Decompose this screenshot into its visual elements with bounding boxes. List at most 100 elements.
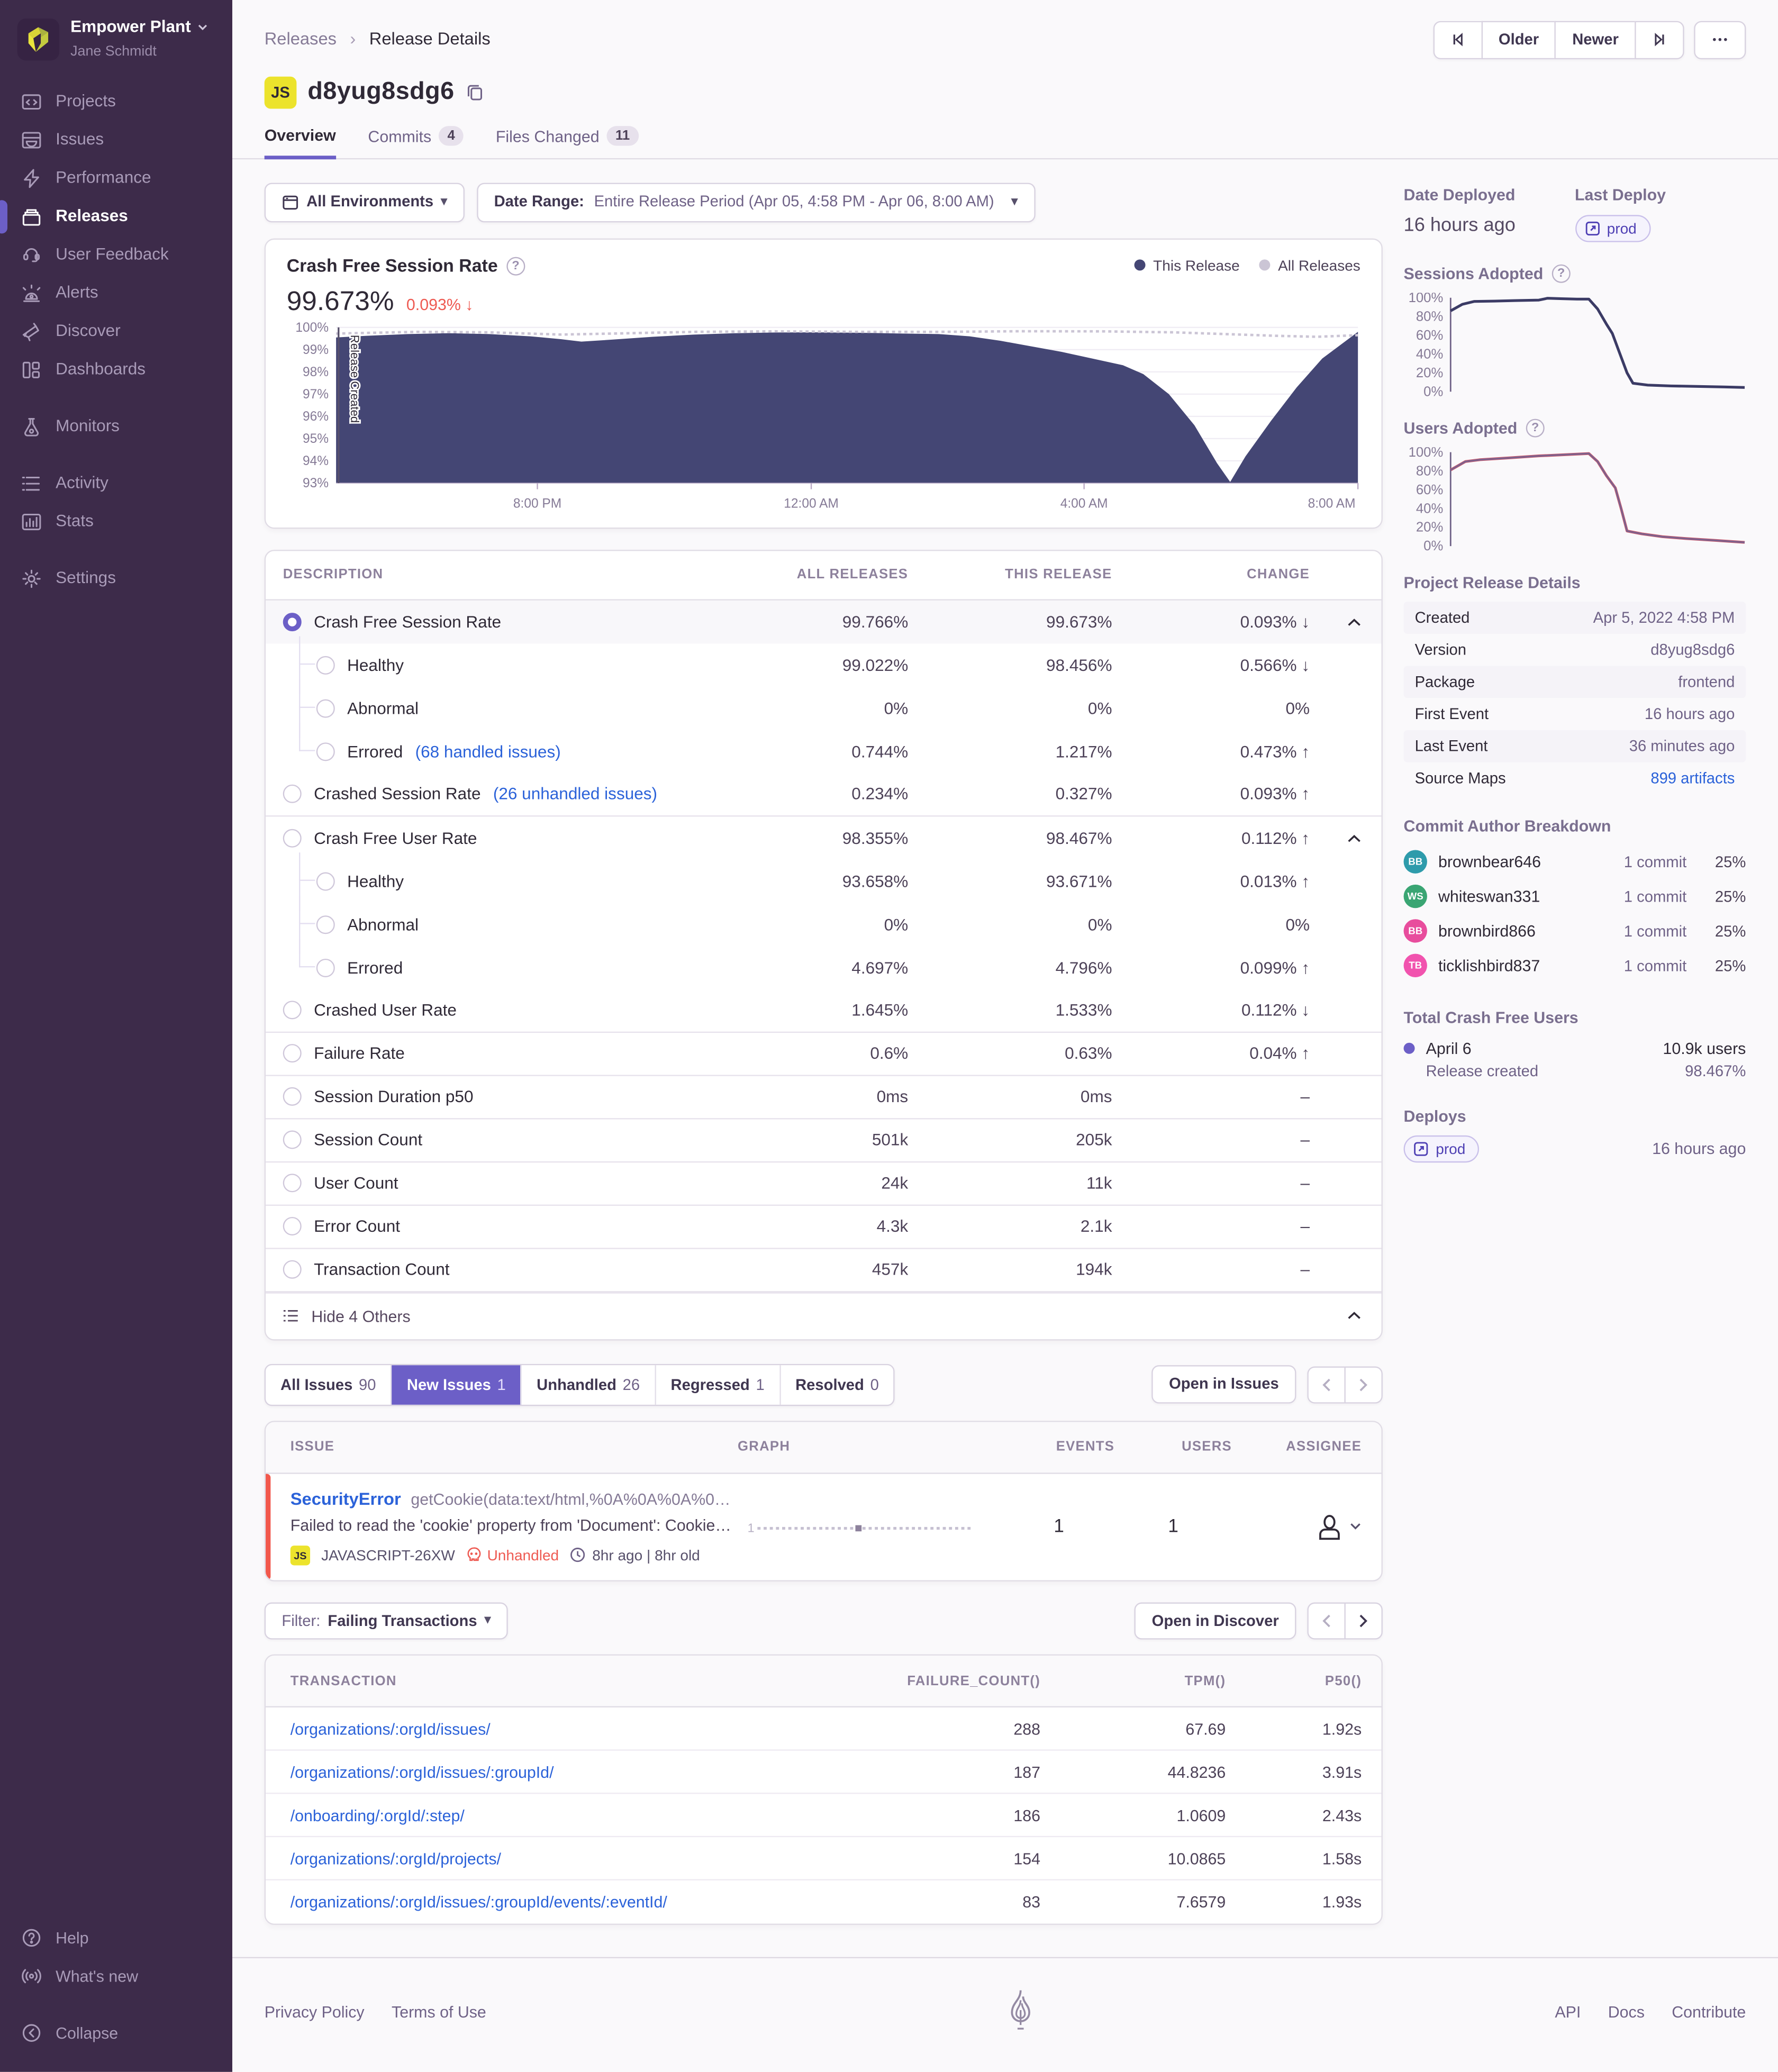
metric-radio[interactable] — [316, 871, 335, 890]
metric-row-errored[interactable]: Errored 4.697% 4.796% 0.099% ↑ — [266, 938, 1382, 989]
chevron-up-icon[interactable] — [1347, 617, 1362, 627]
tab-files-changed[interactable]: Files Changed 11 — [496, 125, 639, 158]
metric-row-session-count[interactable]: Session Count 501k 205k – — [266, 1119, 1382, 1162]
newest-release-button[interactable] — [1635, 21, 1684, 59]
issue-row[interactable]: SecurityError getCookie(data:text/html,%… — [266, 1473, 1382, 1580]
crash-free-session-chart[interactable]: 100% 99% 98% 97% 96% 95% 94% 93% 8:00 PM 12:00 AM… — [287, 322, 1360, 517]
metric-radio[interactable] — [316, 698, 335, 717]
issues-tab-all-issues[interactable]: All Issues 90 — [266, 1365, 392, 1404]
metric-radio[interactable] — [283, 1044, 302, 1063]
metric-radio[interactable] — [283, 1260, 302, 1279]
breadcrumb-releases[interactable]: Releases — [265, 29, 337, 48]
metric-radio[interactable] — [283, 784, 302, 803]
metric-radio[interactable] — [283, 612, 302, 631]
metric-row-crash-free-session-rate[interactable]: Crash Free Session Rate 99.766% 99.673% 0.0… — [266, 599, 1382, 643]
sidebar-item-user-feedback[interactable]: User Feedback — [0, 236, 232, 274]
metric-row-healthy[interactable]: Healthy 93.658% 93.671% 0.013% ↑ — [266, 851, 1382, 910]
transaction-row[interactable]: /onboarding/:orgId/:step/186 1.0609 2.43s — [266, 1794, 1382, 1838]
sidebar-item-stats[interactable]: Stats — [0, 503, 232, 541]
metric-radio[interactable] — [316, 742, 335, 761]
oldest-release-button[interactable] — [1433, 21, 1482, 59]
metric-radio[interactable] — [283, 1087, 302, 1106]
metric-row-crashed-user-rate[interactable]: Crashed User Rate 1.645% 1.533% 0.112% ↓ — [266, 989, 1382, 1032]
sidebar-item-releases[interactable]: Releases — [0, 197, 232, 235]
sidebar-item-help[interactable]: Help — [0, 1919, 232, 1957]
sidebar-item-issues[interactable]: Issues — [0, 121, 232, 159]
newer-button[interactable]: Newer — [1555, 21, 1635, 59]
transactions-next-page-button[interactable] — [1344, 1602, 1383, 1639]
legend-all-releases[interactable]: All Releases — [1259, 257, 1360, 274]
transaction-row[interactable]: /organizations/:orgId/issues/:groupId/18… — [266, 1751, 1382, 1794]
issues-tab-unhandled[interactable]: Unhandled 26 — [522, 1365, 656, 1404]
legend-this-release[interactable]: This Release — [1135, 257, 1240, 274]
sidebar-item-settings[interactable]: Settings — [0, 559, 232, 597]
issues-tab-regressed[interactable]: Regressed 1 — [656, 1365, 781, 1404]
contribute-link[interactable]: Contribute — [1672, 2002, 1746, 2021]
transaction-link[interactable]: /organizations/:orgId/issues/:groupId/ — [291, 1762, 554, 1781]
deploy-env-badge[interactable]: prod — [1403, 1134, 1480, 1162]
metric-row-abnormal[interactable]: Abnormal 0% 0% 0% — [266, 895, 1382, 953]
environment-filter[interactable]: All Environments ▾ — [264, 182, 465, 222]
metric-radio[interactable] — [283, 1216, 302, 1235]
metric-radio[interactable] — [283, 1174, 302, 1193]
issues-prev-page-button[interactable] — [1307, 1366, 1345, 1403]
metric-row-abnormal[interactable]: Abnormal 0% 0% 0% — [266, 679, 1382, 737]
metric-issues-link[interactable]: (26 unhandled issues) — [493, 785, 657, 803]
help-tooltip-icon[interactable]: ? — [1526, 418, 1545, 437]
metric-radio[interactable] — [316, 655, 335, 674]
help-tooltip-icon[interactable]: ? — [1552, 263, 1571, 283]
metric-row-transaction-count[interactable]: Transaction Count 457k 194k – — [266, 1249, 1382, 1292]
older-button[interactable]: Older — [1481, 21, 1555, 59]
sidebar-item-monitors[interactable]: Monitors — [0, 407, 232, 446]
metric-radio[interactable] — [283, 828, 302, 847]
sidebar-item-collapse[interactable]: Collapse — [0, 2014, 232, 2052]
help-tooltip-icon[interactable]: ? — [506, 257, 525, 276]
hide-others-toggle[interactable]: Hide 4 Others — [266, 1292, 1382, 1339]
more-options-button[interactable] — [1694, 21, 1746, 59]
issues-next-page-button[interactable] — [1344, 1366, 1383, 1403]
assignee-selector[interactable] — [1232, 1512, 1362, 1541]
metric-row-failure-rate[interactable]: Failure Rate 0.6% 0.63% 0.04% ↑ — [266, 1032, 1382, 1076]
metric-row-crash-free-user-rate[interactable]: Crash Free User Rate 98.355% 98.467% 0.112%… — [266, 816, 1382, 859]
chevron-up-icon[interactable] — [1347, 833, 1362, 843]
metric-radio[interactable] — [283, 1130, 302, 1149]
issue-title-link[interactable]: SecurityError — [291, 1488, 401, 1508]
metric-row-errored[interactable]: Errored (68 handled issues) 0.744% 1.217% 0… — [266, 722, 1382, 773]
source-maps-link[interactable]: 899 artifacts — [1650, 769, 1735, 787]
sidebar-item-dashboards[interactable]: Dashboards — [0, 351, 232, 389]
open-in-discover-button[interactable]: Open in Discover — [1134, 1602, 1296, 1640]
transaction-link[interactable]: /organizations/:orgId/issues/:groupId/ev… — [291, 1893, 667, 1911]
date-range-filter[interactable]: Date Range: Entire Release Period (Apr 0… — [476, 182, 1035, 222]
sidebar-item-discover[interactable]: Discover — [0, 312, 232, 350]
sidebar-item-projects[interactable]: Projects — [0, 83, 232, 121]
metric-row-crashed-session-rate[interactable]: Crashed Session Rate (26 unhandled issue… — [266, 773, 1382, 816]
transaction-row[interactable]: /organizations/:orgId/projects/154 10.086… — [266, 1837, 1382, 1880]
sidebar-item-activity[interactable]: Activity — [0, 465, 232, 503]
privacy-policy-link[interactable]: Privacy Policy — [265, 2002, 365, 2021]
terms-of-use-link[interactable]: Terms of Use — [392, 2002, 486, 2021]
transaction-link[interactable]: /onboarding/:orgId/:step/ — [291, 1806, 465, 1824]
open-in-issues-button[interactable]: Open in Issues — [1151, 1365, 1296, 1403]
issues-tab-resolved[interactable]: Resolved 0 — [781, 1365, 894, 1404]
metric-radio[interactable] — [283, 1001, 302, 1020]
metric-row-error-count[interactable]: Error Count 4.3k 2.1k – — [266, 1205, 1382, 1249]
org-switcher[interactable]: Empower Plant Jane Schmidt — [0, 17, 232, 83]
transactions-prev-page-button[interactable] — [1307, 1602, 1345, 1639]
metric-radio[interactable] — [316, 958, 335, 977]
api-link[interactable]: API — [1555, 2002, 1581, 2021]
metric-row-session-duration-p50[interactable]: Session Duration p50 0ms 0ms – — [266, 1076, 1382, 1119]
tab-commits[interactable]: Commits 4 — [368, 125, 464, 158]
transaction-row[interactable]: /organizations/:orgId/issues/288 67.69 1.9… — [266, 1707, 1382, 1751]
copy-icon[interactable] — [466, 83, 484, 101]
tab-overview[interactable]: Overview — [264, 125, 336, 159]
transaction-link[interactable]: /organizations/:orgId/projects/ — [291, 1849, 501, 1867]
deploy-env-badge[interactable]: prod — [1574, 214, 1650, 242]
metric-row-healthy[interactable]: Healthy 99.022% 98.456% 0.566% ↓ — [266, 635, 1382, 694]
metric-issues-link[interactable]: (68 handled issues) — [415, 742, 561, 760]
transactions-filter[interactable]: Filter: Failing Transactions ▾ — [264, 1602, 509, 1640]
sidebar-item-what-s-new[interactable]: What's new — [0, 1957, 232, 1995]
docs-link[interactable]: Docs — [1608, 2002, 1645, 2021]
transaction-link[interactable]: /organizations/:orgId/issues/ — [291, 1719, 491, 1738]
transaction-row[interactable]: /organizations/:orgId/issues/:groupId/ev… — [266, 1880, 1382, 1924]
metric-radio[interactable] — [316, 915, 335, 934]
